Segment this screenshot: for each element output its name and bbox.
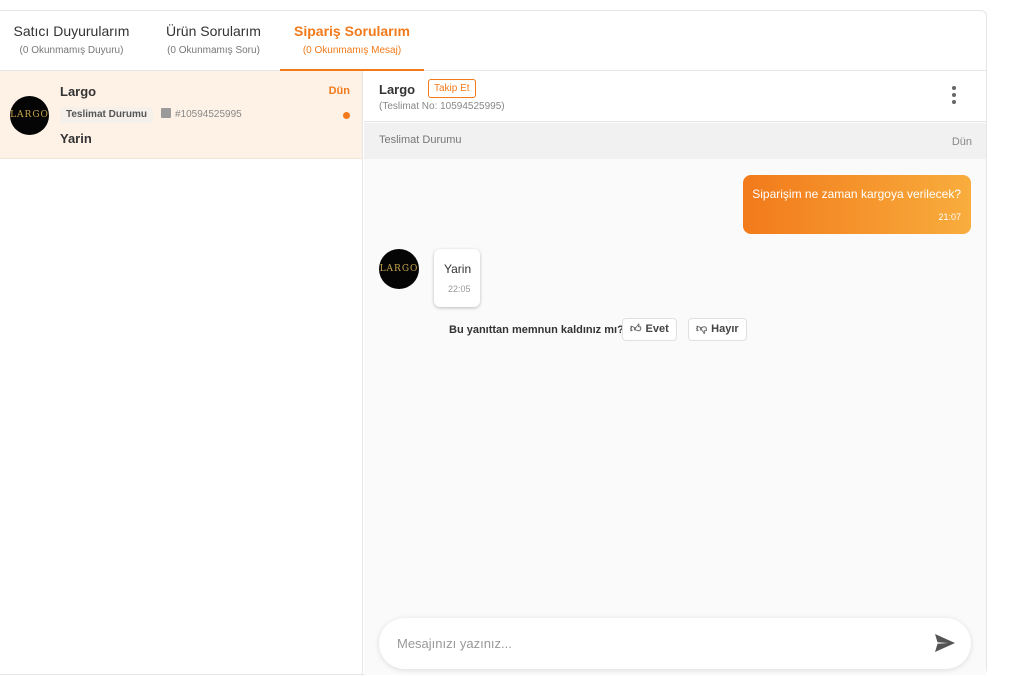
no-label: Hayır <box>711 323 739 335</box>
chat-header: Largo Takip Et (Teslimat No: 10594525995… <box>364 71 986 122</box>
messages-panel: Satıcı Duyurularım (0 Okunmamış Duyuru) … <box>0 10 987 675</box>
kebab-menu-icon[interactable] <box>950 86 958 108</box>
message-time: 21:07 <box>938 212 961 222</box>
seller-avatar: LARGO <box>10 96 49 135</box>
send-icon[interactable] <box>933 632 957 654</box>
tab-title: Ürün Sorularım <box>166 23 261 39</box>
tab-order-questions[interactable]: Sipariş Sorularım (0 Okunmamış Mesaj) <box>280 11 424 71</box>
unread-dot <box>343 112 350 119</box>
seller-name: Largo <box>60 84 97 99</box>
last-message-preview: Yarin <box>60 131 92 146</box>
seller-avatar: LARGO <box>379 249 419 289</box>
tab-subtitle: (0 Okunmamış Duyuru) <box>19 45 124 56</box>
tab-title: Sipariş Sorularım <box>294 23 410 39</box>
incoming-message: Yarin 22:05 <box>434 249 480 307</box>
message-composer <box>379 618 971 669</box>
tab-product-questions[interactable]: Ürün Sorularım (0 Okunmamış Soru) <box>143 11 284 71</box>
follow-button[interactable]: Takip Et <box>428 79 476 98</box>
topic-bar: Teslimat Durumu Dün <box>364 123 986 159</box>
topic-label: Teslimat Durumu <box>379 134 462 146</box>
package-icon <box>161 108 171 118</box>
feedback-row: Bu yanıttan memnun kaldınız mı? 👍︎ Evet 👎… <box>449 318 769 342</box>
chat-panel: Largo Takip Et (Teslimat No: 10594525995… <box>364 71 986 675</box>
tab-subtitle: (0 Okunmamış Soru) <box>167 45 260 56</box>
thumbs-up-icon: 👍︎ <box>630 323 642 335</box>
no-button[interactable]: 👎︎ Hayır <box>688 318 747 341</box>
message-input[interactable] <box>397 631 917 655</box>
feedback-question: Bu yanıttan memnun kaldınız mı? <box>449 324 624 336</box>
order-number: #10594525995 <box>161 108 242 120</box>
yes-label: Evet <box>645 323 669 335</box>
message-time: 22:05 <box>448 284 471 294</box>
conversation-date: Dün <box>328 85 350 97</box>
order-number-text: #10594525995 <box>175 109 242 120</box>
tab-subtitle: (0 Okunmamış Mesaj) <box>302 45 402 56</box>
tab-seller-announcements[interactable]: Satıcı Duyurularım (0 Okunmamış Duyuru) <box>0 11 143 71</box>
topic-badge: Teslimat Durumu <box>60 107 153 123</box>
message-text: Yarin <box>444 262 472 276</box>
thumbs-down-icon: 👎︎ <box>696 323 708 335</box>
tab-bar: Satıcı Duyurularım (0 Okunmamış Duyuru) … <box>0 11 986 71</box>
topic-date: Dün <box>951 136 972 148</box>
delivery-number: (Teslimat No: 10594525995) <box>379 101 505 112</box>
tab-title: Satıcı Duyurularım <box>13 23 130 39</box>
conversation-list: LARGO Largo Dün Teslimat Durumu #1059452… <box>0 71 363 675</box>
chat-seller-name: Largo <box>379 82 416 97</box>
yes-button[interactable]: 👍︎ Evet <box>622 318 677 341</box>
conversation-item[interactable]: LARGO Largo Dün Teslimat Durumu #1059452… <box>0 71 362 159</box>
message-text: Siparişim ne zaman kargoya verilecek? <box>752 187 961 201</box>
outgoing-message: Siparişim ne zaman kargoya verilecek? 21… <box>743 175 971 234</box>
